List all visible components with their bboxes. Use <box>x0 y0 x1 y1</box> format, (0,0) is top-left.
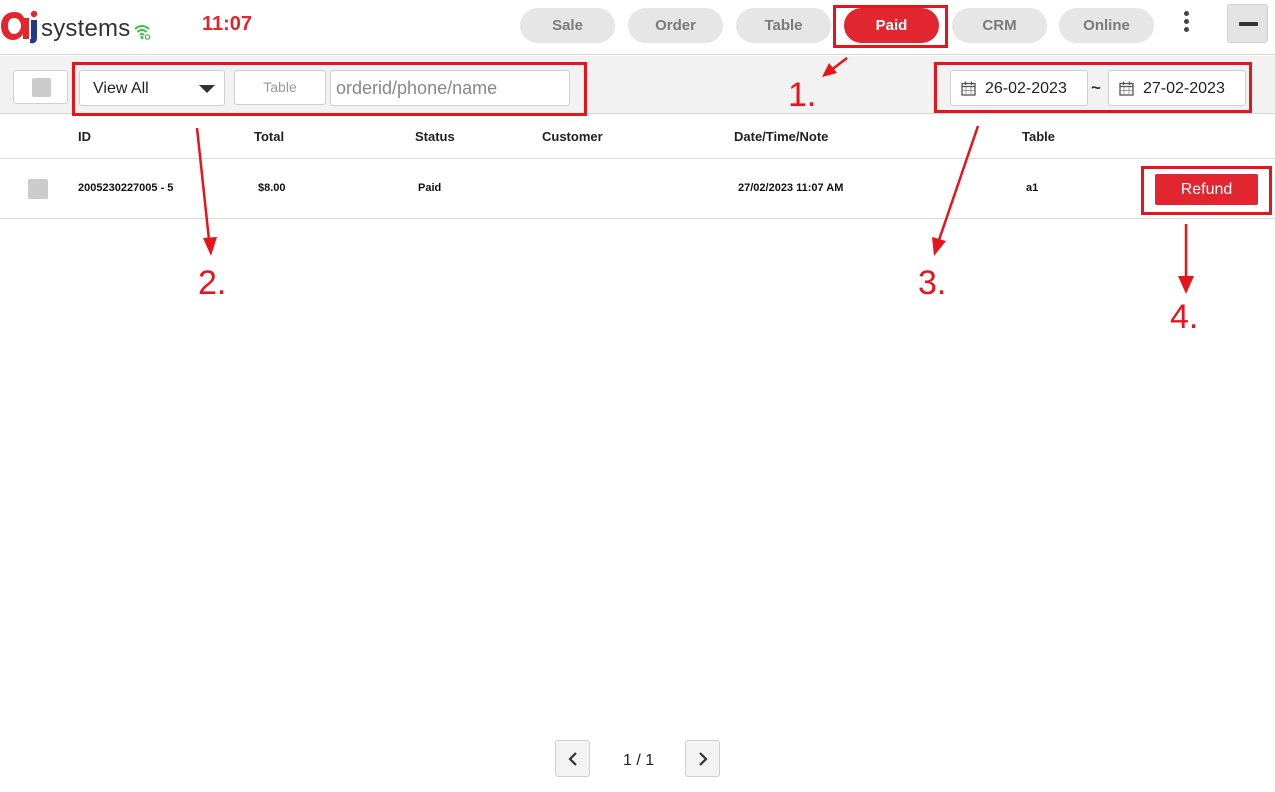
select-all-checkbox[interactable] <box>13 70 68 104</box>
chevron-left-icon <box>567 751 577 766</box>
order-total: $8.00 <box>258 182 286 194</box>
date-to-value: 27-02-2023 <box>1143 80 1225 97</box>
nav-tab-sale[interactable]: Sale <box>520 8 615 43</box>
date-from-value: 26-02-2023 <box>985 80 1067 97</box>
calendar-icon <box>961 81 976 96</box>
wifi-icon <box>134 25 151 40</box>
top-bar: systems 11:07 Sale Order Table Paid CRM … <box>0 0 1275 55</box>
previous-page-button[interactable] <box>555 740 590 777</box>
chevron-right-icon <box>698 751 708 766</box>
refund-button[interactable]: Refund <box>1155 174 1258 205</box>
brand-name: systems <box>41 15 131 42</box>
nav-tab-crm[interactable]: CRM <box>952 8 1047 43</box>
order-status: Paid <box>418 182 442 194</box>
table-row[interactable]: 2005230227005 - 5 $8.00 Paid 27/02/2023 … <box>0 159 1275 219</box>
current-time: 11:07 <box>202 13 253 35</box>
order-filter-select[interactable]: View All <box>79 70 225 106</box>
column-header-id: ID <box>78 129 91 144</box>
order-datetime: 27/02/2023 11:07 AM <box>738 182 844 194</box>
row-checkbox[interactable] <box>28 179 48 199</box>
table-filter-button[interactable]: Table <box>234 70 326 105</box>
minimize-icon <box>1239 22 1258 26</box>
nav-tab-table[interactable]: Table <box>736 8 831 43</box>
page-indicator: 1 / 1 <box>623 752 655 769</box>
paid-orders-screen: systems 11:07 Sale Order Table Paid CRM … <box>0 0 1275 792</box>
annotation-label-4: 4. <box>1170 298 1199 336</box>
column-header-customer: Customer <box>542 129 603 144</box>
nav-tab-online[interactable]: Online <box>1059 8 1154 43</box>
annotation-label-2: 2. <box>198 264 227 302</box>
date-range-separator: ~ <box>1091 78 1101 97</box>
column-header-table: Table <box>1022 129 1055 144</box>
minimize-button[interactable] <box>1227 4 1268 43</box>
nav-tab-paid[interactable]: Paid <box>844 8 939 43</box>
annotation-arrows <box>195 57 1194 294</box>
nav-tab-order[interactable]: Order <box>628 8 723 43</box>
filter-toolbar: View All Table 26-02-2023 ~ <box>0 56 1275 114</box>
caret-down-icon <box>199 85 215 93</box>
search-input[interactable] <box>330 70 570 106</box>
next-page-button[interactable] <box>685 740 720 777</box>
order-table: a1 <box>1026 182 1039 194</box>
annotation-label-3: 3. <box>918 264 947 302</box>
date-to-field[interactable]: 27-02-2023 <box>1108 70 1246 106</box>
column-header-datetime: Date/Time/Note <box>734 129 829 144</box>
brand-logo: systems <box>0 6 160 46</box>
ai-logo-mark-icon <box>1 10 38 44</box>
order-id: 2005230227005 - 5 <box>78 182 174 194</box>
order-filter-value: View All <box>93 80 149 97</box>
calendar-icon <box>1119 81 1134 96</box>
column-header-status: Status <box>415 129 455 144</box>
date-from-field[interactable]: 26-02-2023 <box>950 70 1088 106</box>
column-header-total: Total <box>254 129 285 144</box>
kebab-menu-icon[interactable] <box>1178 11 1194 37</box>
